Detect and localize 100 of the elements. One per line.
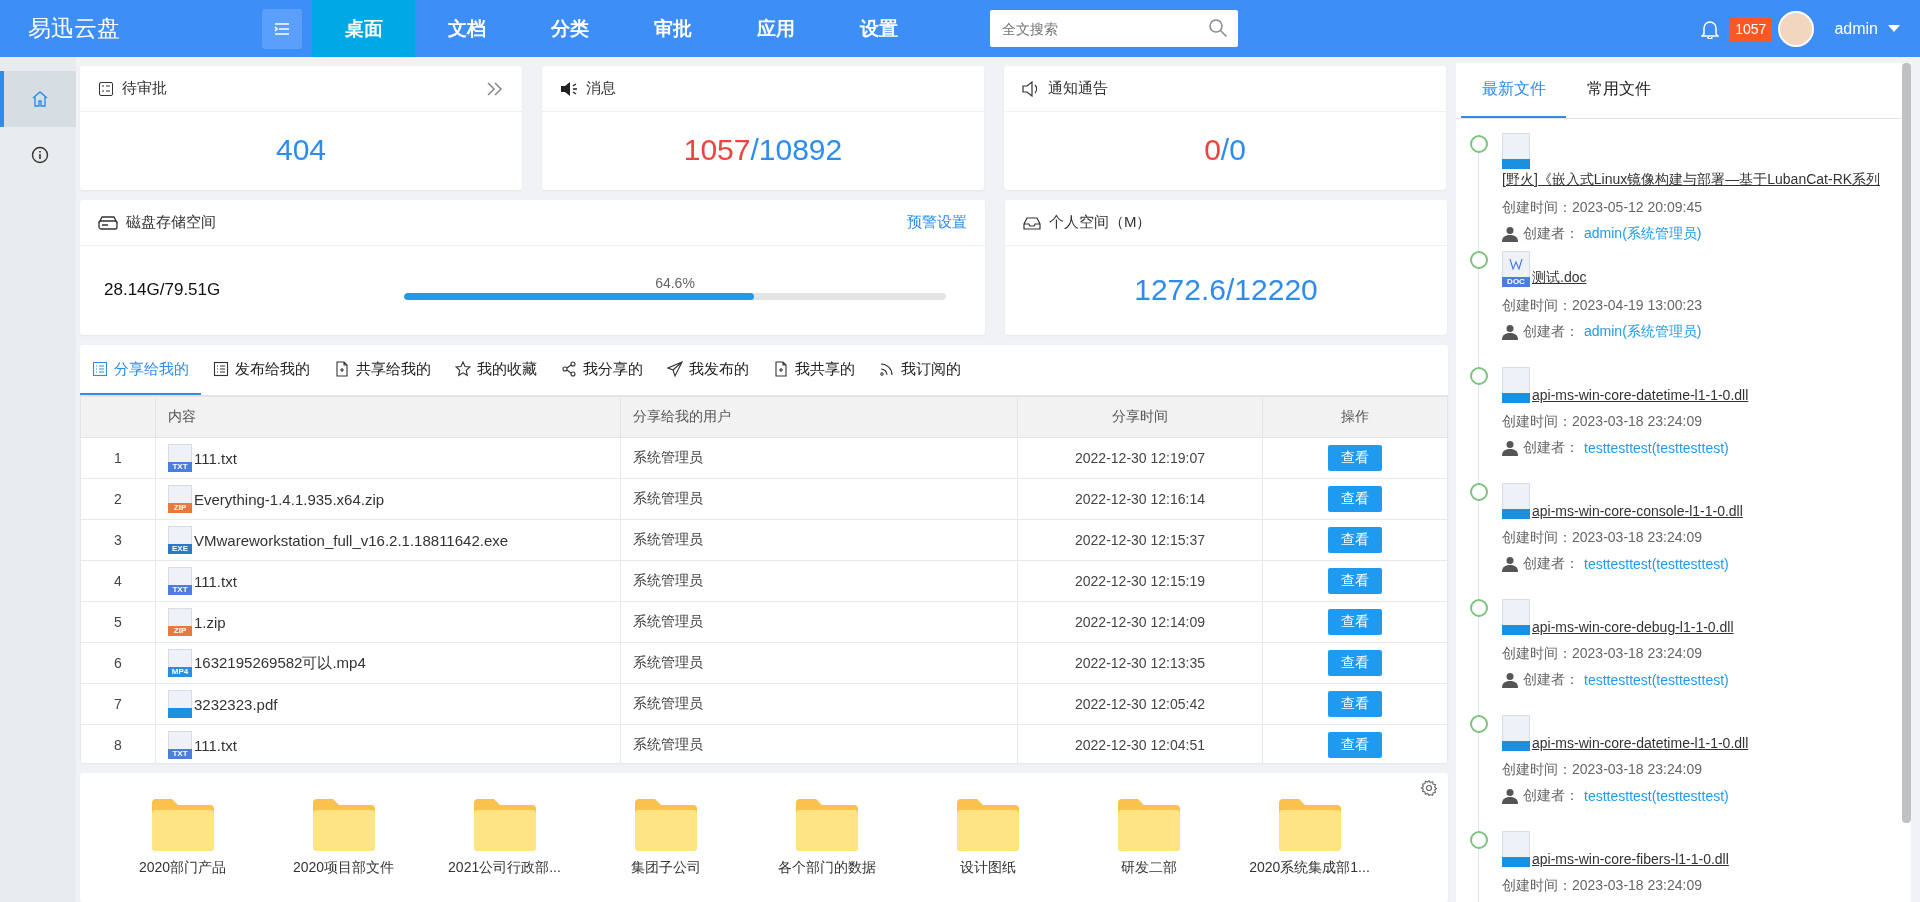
double-chevron-icon[interactable] <box>486 80 504 97</box>
table-cell: 2022-12-30 12:15:37 <box>1017 519 1263 561</box>
file-link[interactable]: api-ms-win-core-datetime-l1-1-0.dll <box>1532 387 1749 403</box>
file-link[interactable]: api-ms-win-core-datetime-l1-1-0.dll <box>1532 735 1749 751</box>
table-cell: 2022-12-30 12:13:35 <box>1017 642 1263 684</box>
file-link[interactable]: api-ms-win-core-console-l1-1-0.dll <box>1532 503 1743 519</box>
tab[interactable]: 最新文件 <box>1461 63 1566 118</box>
column-header: 分享时间 <box>1017 396 1263 438</box>
table-cell: 2022-12-30 12:05:42 <box>1017 683 1263 725</box>
folder-name[interactable]: 集团子公司 <box>630 859 701 877</box>
tab[interactable]: 我订阅的 <box>867 345 973 395</box>
file-icon <box>1502 483 1530 519</box>
folder-name[interactable]: 各个部门的数据 <box>777 859 876 877</box>
created-time: 创建时间：2023-03-18 23:24:09 <box>1502 413 1703 431</box>
page-icon <box>773 361 789 377</box>
user-icon <box>1502 440 1518 456</box>
file-name[interactable]: 111.txt <box>194 736 237 754</box>
table-cell: 系统管理员 <box>620 642 1018 684</box>
card-title: 磁盘存储空间 <box>126 213 216 232</box>
card-title: 待审批 <box>122 79 167 98</box>
file-name[interactable]: VMwareworkstation_full_v16.2.1.18811642.exe <box>194 531 509 549</box>
folder-name[interactable]: 设计图纸 <box>959 859 1016 877</box>
folder-name[interactable]: 2020部门产品 <box>138 859 227 877</box>
bell-icon[interactable] <box>1701 18 1720 39</box>
timeline-dot <box>1470 831 1488 849</box>
file-name[interactable]: 3232323.pdf <box>194 695 278 713</box>
search-field[interactable]: 全文搜索 <box>990 10 1238 47</box>
folder-icon[interactable] <box>151 799 214 851</box>
table-cell: 系统管理员 <box>620 478 1018 520</box>
file-name[interactable]: 1632195269582可以.mp4 <box>194 653 366 673</box>
timeline-dot <box>1470 483 1488 501</box>
tab[interactable]: 我的收藏 <box>443 345 549 395</box>
notice-count[interactable]: 0/0 <box>1004 112 1446 188</box>
menu-toggle-button[interactable] <box>262 8 302 49</box>
folder-name[interactable]: 研发二部 <box>1120 859 1177 877</box>
file-icon <box>1502 367 1530 403</box>
file-icon <box>168 690 192 718</box>
page-icon <box>334 361 350 377</box>
creator-label: 创建者： <box>1523 439 1579 457</box>
tab[interactable]: 共享给我的 <box>322 345 443 395</box>
created-time: 创建时间：2023-03-18 23:24:09 <box>1502 529 1703 547</box>
settings-icon[interactable] <box>1420 779 1438 797</box>
search-icon[interactable] <box>1208 18 1228 38</box>
created-time: 创建时间：2023-04-19 13:00:23 <box>1502 297 1702 315</box>
app-logo: 易迅云盘 <box>27 14 121 43</box>
folder-name[interactable]: 2020系统集成部1... <box>1249 859 1370 877</box>
tab[interactable]: 我发布的 <box>655 345 761 395</box>
tab[interactable]: 我分享的 <box>549 345 655 395</box>
file-link[interactable]: api-ms-win-core-debug-l1-1-0.dll <box>1532 619 1734 635</box>
row-number: 8 <box>80 724 156 763</box>
timeline-dot <box>1470 599 1488 617</box>
table-cell: 2022-12-30 12:19:07 <box>1017 437 1263 479</box>
share-icon <box>561 361 577 377</box>
file-icon <box>1502 831 1530 867</box>
home-button[interactable] <box>0 71 76 127</box>
folder-icon[interactable] <box>473 799 536 851</box>
row-number: 3 <box>80 519 156 561</box>
folder-icon[interactable] <box>634 799 697 851</box>
info-icon <box>31 146 49 164</box>
file-link[interactable]: [野火]《嵌入式Linux镜像构建与部署—基于LubanCat-RK系列 <box>1502 171 1881 189</box>
timeline-dot <box>1470 367 1488 385</box>
folder-icon[interactable] <box>312 799 375 851</box>
message-count[interactable]: 1057/10892 <box>542 112 984 188</box>
file-link[interactable]: api-ms-win-core-fibers-l1-1-0.dll <box>1532 851 1729 867</box>
file-name[interactable]: 111.txt <box>194 449 237 467</box>
row-number: 6 <box>80 642 156 684</box>
folder-icon[interactable] <box>795 799 858 851</box>
hard-drive-icon <box>98 214 118 231</box>
folder-name[interactable]: 2021公司行政部... <box>448 859 561 877</box>
user-icon <box>1502 226 1518 242</box>
alert-settings-link[interactable]: 预警设置 <box>907 213 967 232</box>
folder-icon[interactable] <box>1278 799 1341 851</box>
tab[interactable]: 发布给我的 <box>201 345 322 395</box>
progress-reading: 64.6% <box>655 274 695 291</box>
file-name[interactable]: 1.zip <box>194 613 226 631</box>
file-name[interactable]: 111.txt <box>194 572 237 590</box>
creator-label: 创建者： <box>1523 225 1579 243</box>
file-link[interactable]: 测试.doc <box>1532 269 1587 287</box>
table-cell: 2022-12-30 12:16:14 <box>1017 478 1263 520</box>
inbox-icon <box>1023 214 1041 231</box>
scrollbar[interactable] <box>1902 63 1911 823</box>
folder-icon[interactable] <box>956 799 1019 851</box>
file-name[interactable]: Everything-1.4.1.935.x64.zip <box>194 490 385 508</box>
folder-icon[interactable] <box>1117 799 1180 851</box>
send-icon <box>667 361 683 377</box>
avatar[interactable] <box>1778 10 1815 47</box>
list-icon <box>92 361 108 377</box>
created-time: 创建时间：2023-03-18 23:24:09 <box>1502 877 1703 895</box>
star-icon <box>455 361 471 377</box>
folder-name[interactable]: 2020项目部文件 <box>292 859 395 877</box>
timeline-dot <box>1470 135 1488 153</box>
timeline-dot <box>1470 715 1488 733</box>
caret-icon[interactable] <box>1888 24 1900 33</box>
card-title: 消息 <box>586 79 616 98</box>
user-icon <box>1502 788 1518 804</box>
tab[interactable]: 常用文件 <box>1566 63 1671 118</box>
file-icon <box>1502 133 1530 169</box>
disk-usage: 28.14G/79.51G <box>104 280 222 300</box>
tab[interactable]: 我共享的 <box>761 345 867 395</box>
user-icon <box>1502 556 1518 572</box>
